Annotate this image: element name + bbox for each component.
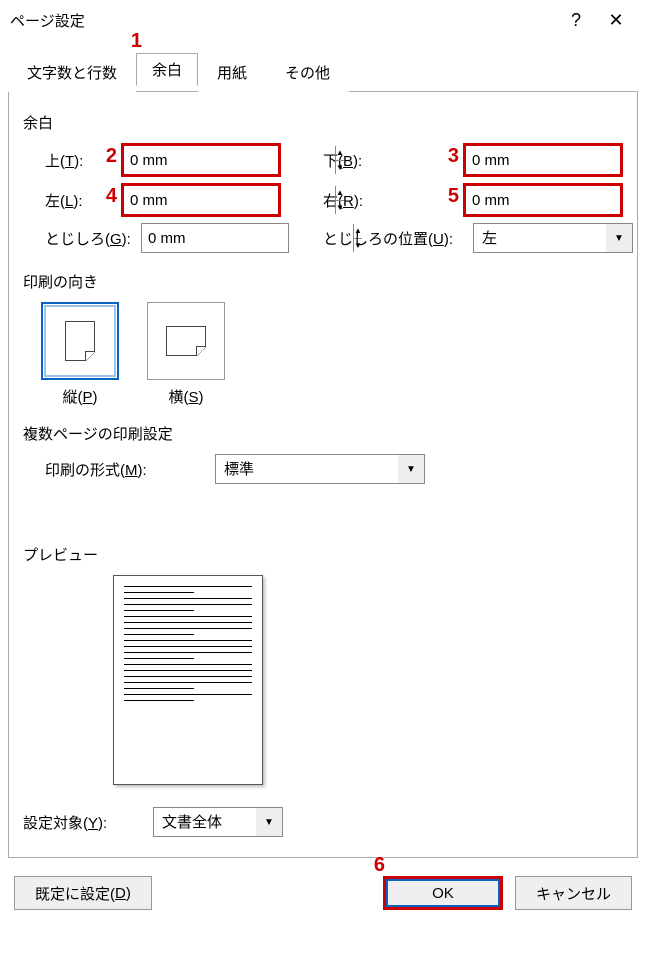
set-default-button[interactable]: 既定に設定(D) — [14, 876, 152, 910]
margin-top-input[interactable] — [124, 146, 335, 174]
margin-left-up[interactable]: ▲ — [336, 186, 344, 201]
margin-top-label: 上(T): — [45, 150, 83, 171]
apply-to-label: 設定対象(Y): — [23, 815, 107, 832]
gutter-position-label: とじしろの位置(U): — [323, 228, 453, 249]
margin-right-spinner[interactable]: ▲▼ — [463, 183, 623, 217]
layout-select[interactable]: 標準 ▼ — [215, 454, 425, 484]
cancel-button[interactable]: キャンセル — [515, 876, 632, 910]
preview-thumbnail — [113, 575, 263, 785]
annotation-2: 2 — [101, 145, 117, 168]
apply-to-select[interactable]: 文書全体 ▼ — [153, 807, 283, 837]
annotation-5: 5 — [443, 185, 459, 208]
tab-panel-margins: 余白 上(T): 2 ▲▼ 下(B): 3 ▲▼ — [8, 91, 638, 858]
section-margins-label: 余白 — [23, 112, 623, 133]
gutter-position-value: 左 — [474, 224, 606, 252]
ok-button[interactable]: OK — [383, 876, 503, 910]
annotation-4: 4 — [101, 185, 117, 208]
margin-bottom-spinner[interactable]: ▲▼ — [463, 143, 623, 177]
margin-top-up[interactable]: ▲ — [336, 146, 344, 161]
apply-to-value: 文書全体 — [154, 808, 256, 836]
tab-chars-lines[interactable]: 文字数と行数 — [8, 53, 136, 92]
dialog-title: ページ設定 — [10, 10, 556, 31]
gutter-input[interactable] — [142, 224, 353, 252]
chevron-down-icon[interactable]: ▼ — [398, 455, 424, 483]
orientation-portrait-label: 縦(P) — [62, 386, 97, 407]
section-multipage-label: 複数ページの印刷設定 — [23, 423, 623, 444]
annotation-6: 6 — [369, 854, 385, 877]
page-portrait-icon — [65, 321, 95, 361]
tab-margins[interactable]: 余白 — [136, 53, 198, 86]
gutter-position-select[interactable]: 左 ▼ — [473, 223, 633, 253]
annotation-1: 1 — [126, 30, 142, 53]
margin-bottom-input[interactable] — [466, 146, 646, 174]
margin-right-input[interactable] — [466, 186, 646, 214]
margin-top-spinner[interactable]: ▲▼ — [121, 143, 281, 177]
margin-top-down[interactable]: ▼ — [336, 161, 344, 175]
margin-left-label: 左(L): — [45, 190, 83, 211]
layout-value: 標準 — [216, 455, 398, 483]
gutter-label: とじしろ(G): — [45, 228, 131, 249]
gutter-spinner[interactable]: ▲▼ — [141, 223, 289, 253]
page-landscape-icon — [166, 326, 206, 356]
chevron-down-icon[interactable]: ▼ — [256, 808, 282, 836]
annotation-3: 3 — [443, 145, 459, 168]
section-preview-label: プレビュー — [23, 544, 623, 565]
margin-left-input[interactable] — [124, 186, 335, 214]
tab-strip: 文字数と行数 1 余白 用紙 その他 — [8, 52, 638, 91]
section-orientation-label: 印刷の向き — [23, 271, 623, 292]
chevron-down-icon[interactable]: ▼ — [606, 224, 632, 252]
close-button[interactable]: ✕ — [596, 10, 636, 31]
orientation-landscape-label: 横(S) — [168, 386, 203, 407]
tab-other[interactable]: その他 — [266, 53, 349, 92]
help-button[interactable]: ? — [556, 10, 596, 31]
orientation-portrait[interactable] — [41, 302, 119, 380]
margin-left-down[interactable]: ▼ — [336, 201, 344, 215]
orientation-landscape[interactable] — [147, 302, 225, 380]
margin-left-spinner[interactable]: ▲▼ — [121, 183, 281, 217]
tab-paper[interactable]: 用紙 — [198, 53, 266, 92]
layout-label: 印刷の形式(M): — [45, 462, 147, 479]
